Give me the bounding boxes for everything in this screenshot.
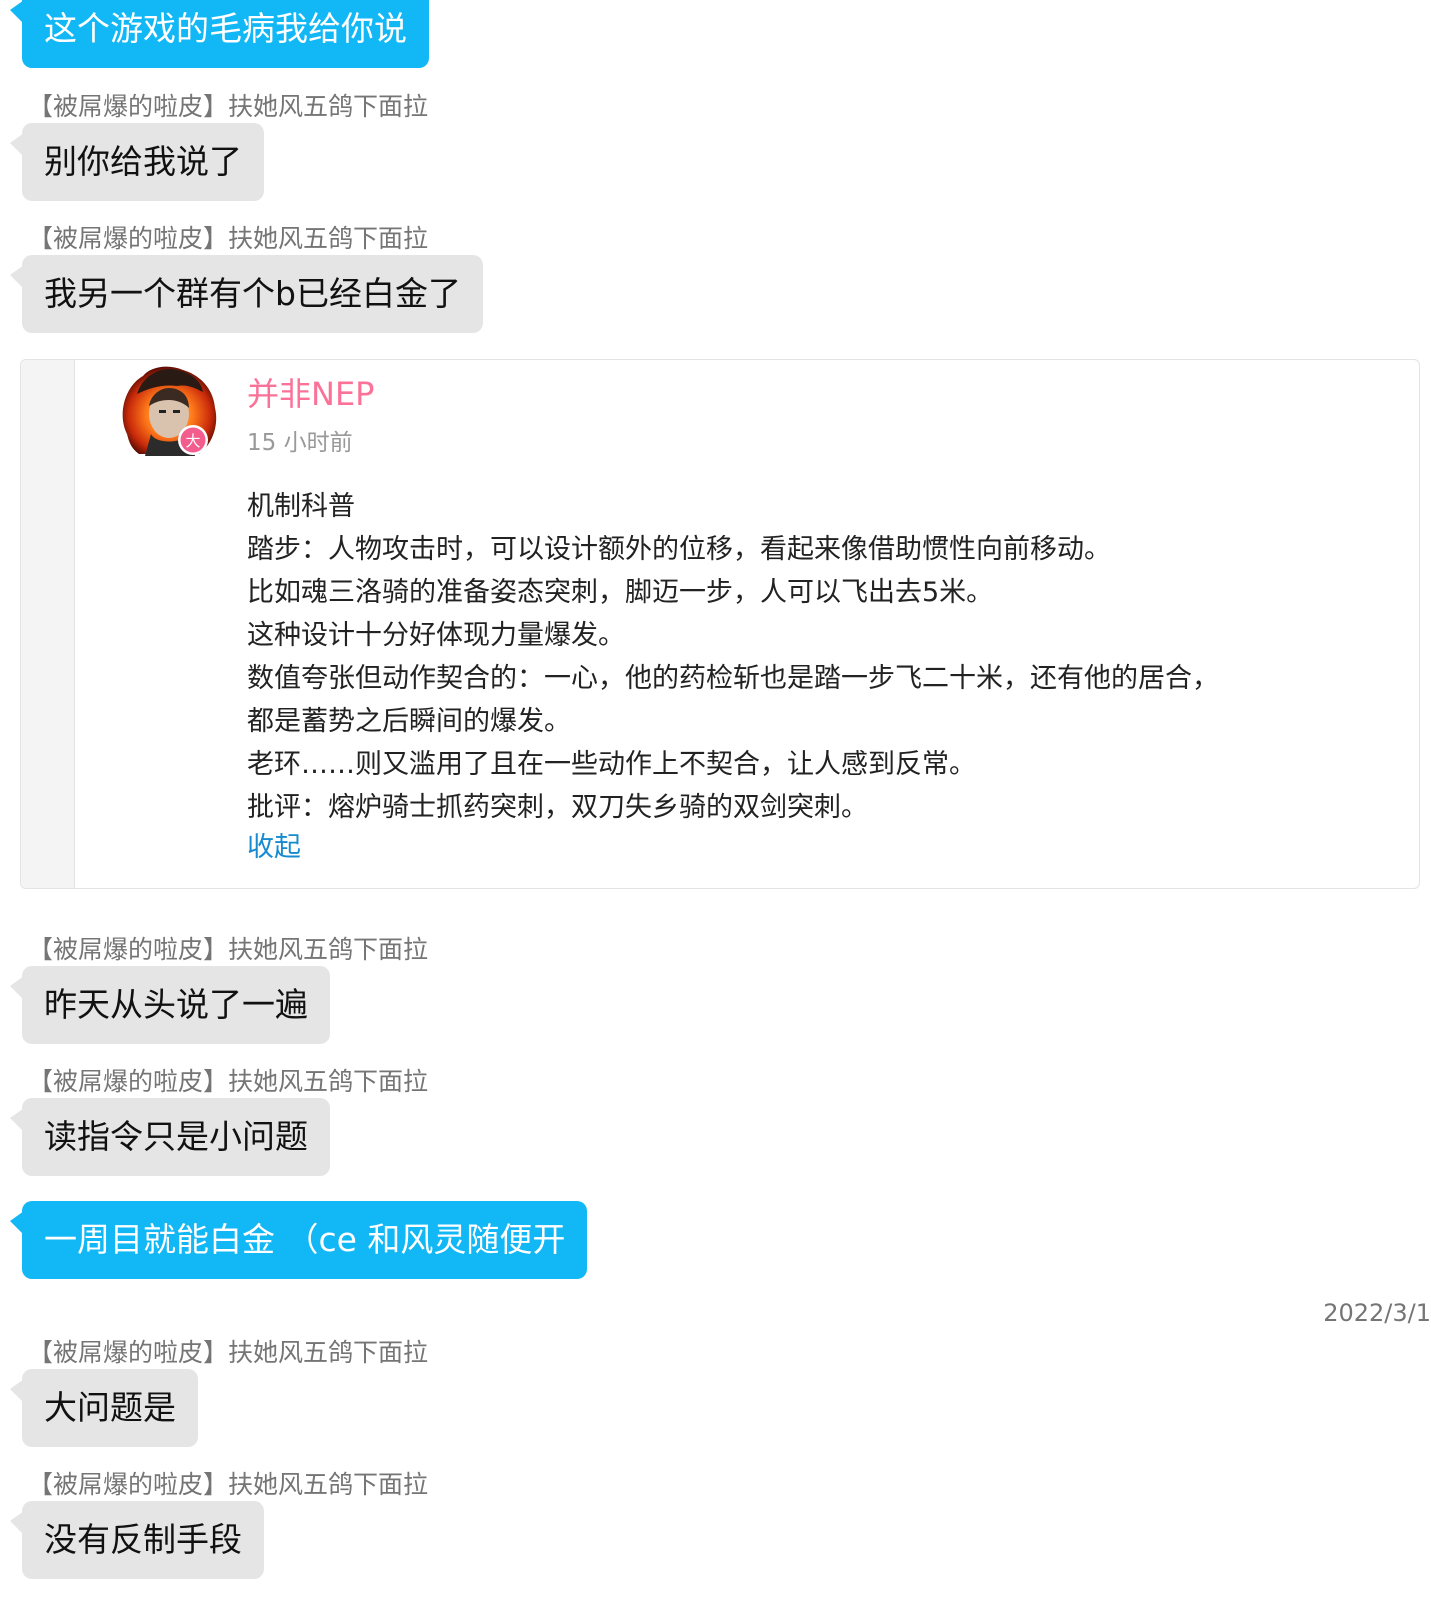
avatar[interactable]: 大 [117, 364, 221, 458]
card-quote-strip [21, 360, 75, 888]
card-body-line: 老环……则又滥用了且在一些动作上不契合，让人感到反常。 [247, 749, 976, 780]
sender-name[interactable]: 【被屌爆的啦皮】扶她风五鸽下面拉 [28, 935, 428, 965]
message-bubble[interactable]: 昨天从头说了一遍 [10, 966, 330, 1044]
sender-name[interactable]: 【被屌爆的啦皮】扶她风五鸽下面拉 [28, 1067, 428, 1097]
card-timestamp: 15 小时前 [247, 430, 353, 456]
collapse-link[interactable]: 收起 [247, 828, 301, 868]
message-bubble[interactable]: 大问题是 [10, 1369, 198, 1447]
message-bubble[interactable]: 我另一个群有个b已经白金了 [10, 255, 483, 333]
card-body-line: 机制科普 [247, 491, 355, 522]
sender-name[interactable]: 【被屌爆的啦皮】扶她风五鸽下面拉 [28, 1338, 428, 1368]
card-author-name[interactable]: 并非NEP [247, 374, 374, 414]
message-bubble[interactable]: 别你给我说了 [10, 123, 264, 201]
sender-name[interactable]: 【被屌爆的啦皮】扶她风五鸽下面拉 [28, 1470, 428, 1500]
card-body-line: 这种设计十分好体现力量爆发。 [247, 620, 625, 651]
message-bubble-self[interactable]: 这个游戏的毛病我给你说 [10, 0, 429, 68]
message-bubble[interactable]: 读指令只是小问题 [10, 1098, 330, 1176]
card-body: 机制科普 踏步：人物攻击时，可以设计额外的位移，看起来像借助惯性向前移动。 比如… [247, 485, 1219, 829]
card-body-line: 数值夸张但动作契合的：一心，他的药检斩也是踏一步飞二十米，还有他的居合， [247, 663, 1219, 694]
message-bubble[interactable]: 没有反制手段 [10, 1501, 264, 1579]
card-body-line: 批评：熔炉骑士抓药突刺，双刀失乡骑的双剑突刺。 [247, 792, 868, 823]
sender-name[interactable]: 【被屌爆的啦皮】扶她风五鸽下面拉 [28, 92, 428, 122]
card-body-line: 踏步：人物攻击时，可以设计额外的位移，看起来像借助惯性向前移动。 [247, 534, 1111, 565]
avatar-badge: 大 [185, 432, 200, 450]
sender-name[interactable]: 【被屌爆的啦皮】扶她风五鸽下面拉 [28, 224, 428, 254]
card-body-line: 都是蓄势之后瞬间的爆发。 [247, 706, 571, 737]
date-divider: 2022/3/1 [1323, 1299, 1431, 1327]
card-body-line: 比如魂三洛骑的准备姿态突刺，脚迈一步，人可以飞出去5米。 [247, 577, 994, 608]
shared-comment-card[interactable]: 大 并非NEP 15 小时前 机制科普 踏步：人物攻击时，可以设计额外的位移，看… [20, 359, 1420, 889]
message-bubble-self[interactable]: 一周目就能白金 （ce 和风灵随便开 [9, 1201, 588, 1279]
